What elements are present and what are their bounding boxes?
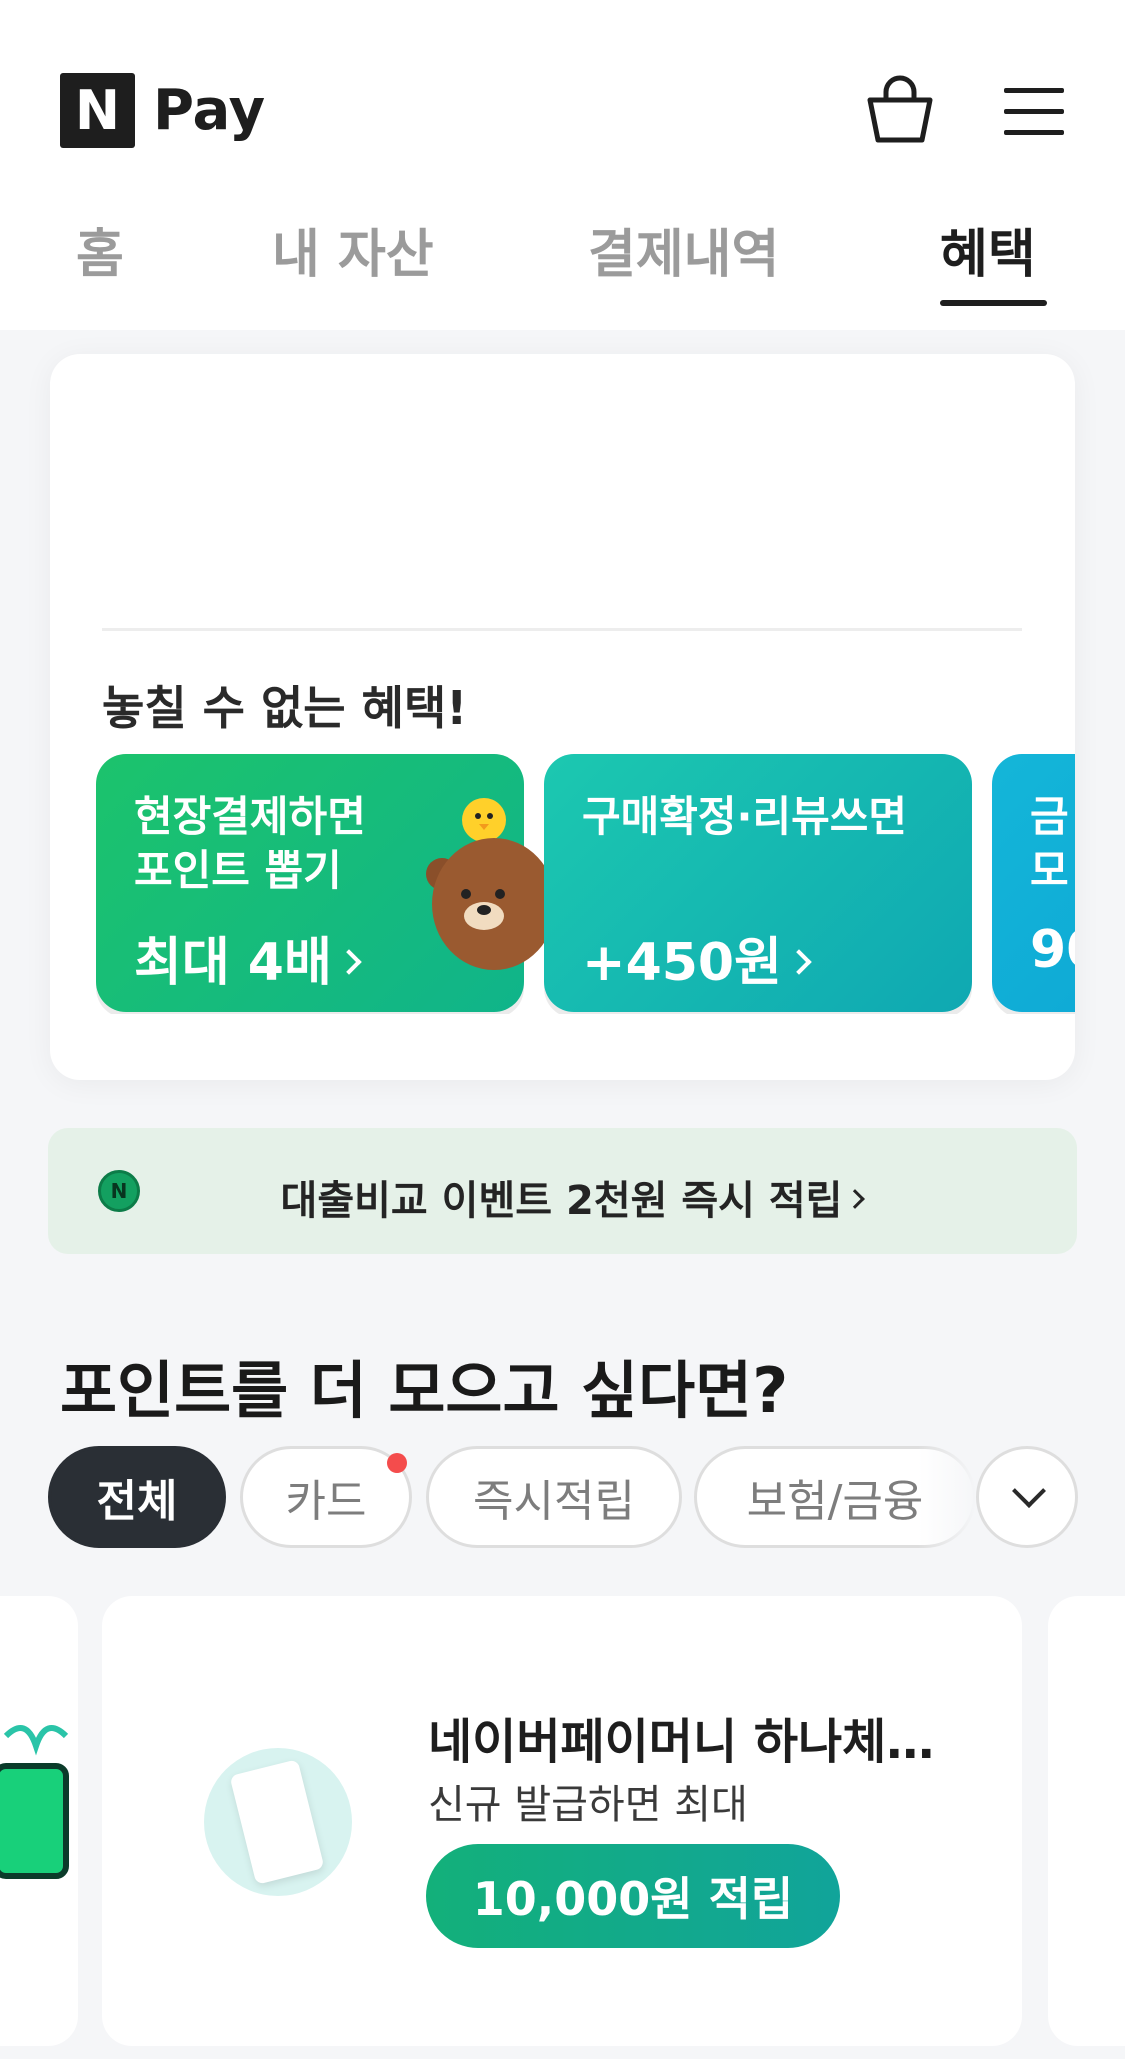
offer-card-prev[interactable] [0, 1596, 78, 2046]
loan-event-banner[interactable]: N 대출비교 이벤트 2천원 즉시 적립 [48, 1128, 1077, 1254]
logo-text: Pay [153, 78, 266, 143]
active-tab-indicator [940, 300, 1047, 306]
shopping-bag-icon[interactable] [864, 74, 936, 146]
tab-home[interactable]: 홈 [76, 212, 124, 287]
chips-fade [918, 1446, 976, 1550]
filter-chips: 전체 카드 즉시적립 보험/금융 [48, 1446, 1125, 1550]
chevron-down-icon[interactable] [976, 1446, 1078, 1548]
card-icon [204, 1748, 352, 1896]
bear-character-icon [426, 798, 554, 970]
promo-card-onsite-payment[interactable]: 현장결제하면 포인트 뽑기 최대 4배 [96, 754, 554, 1012]
benefits-card: 놓칠 수 없는 혜택! 현장결제하면 포인트 뽑기 최대 4배 구매확정·리뷰쓰… [50, 354, 1075, 1080]
points-section-title: 포인트를 더 모으고 싶다면? [60, 1354, 789, 1427]
promo-highlight: 90 [1030, 920, 1075, 980]
promo-text: 구매확정·리뷰쓰면 [582, 792, 908, 841]
earn-button[interactable]: 10,000원 적립 [426, 1844, 840, 1948]
chevron-right-icon [786, 949, 812, 975]
chip-all[interactable]: 전체 [48, 1446, 226, 1548]
promo-card-review[interactable]: 구매확정·리뷰쓰면 +450원 [544, 754, 972, 1012]
offer-card[interactable]: 네이버페이머니 하나체… 신규 발급하면 최대 10,000원 적립 [102, 1596, 1022, 2046]
chevron-right-icon [845, 1189, 866, 1209]
tab-benefits[interactable]: 혜택 [940, 212, 1036, 287]
promo-carousel[interactable]: 현장결제하면 포인트 뽑기 최대 4배 구매확정·리뷰쓰면 +450원 금 모 … [96, 754, 1075, 1014]
divider [102, 628, 1022, 631]
offer-card-next[interactable] [1048, 1596, 1125, 2046]
header-area: N Pay 홈 내 자산 결제내역 혜택 [0, 0, 1125, 330]
chip-card[interactable]: 카드 [240, 1446, 412, 1548]
banner-text: 대출비교 이벤트 2천원 즉시 적립 [48, 1168, 1077, 1226]
main-tabs: 홈 내 자산 결제내역 혜택 [0, 200, 1125, 310]
promo-highlight: 최대 4배 [134, 920, 362, 995]
chevron-right-icon [336, 949, 362, 975]
hamburger-menu-icon[interactable] [1002, 84, 1066, 140]
promo-highlight: +450원 [582, 920, 812, 995]
chip-instant-earn[interactable]: 즉시적립 [426, 1446, 682, 1548]
promo-card-partial[interactable]: 금 모 90 [992, 754, 1075, 1012]
offer-title: 네이버페이머니 하나체… [428, 1714, 935, 1770]
tab-my-assets[interactable]: 내 자산 [272, 212, 434, 287]
gift-icon [0, 1725, 69, 1879]
tab-payment-history[interactable]: 결제내역 [588, 212, 779, 287]
naver-n-logo: N [60, 73, 135, 148]
benefits-title: 놓칠 수 없는 혜택! [102, 681, 468, 735]
npay-logo[interactable]: N Pay [60, 73, 265, 148]
promo-text: 금 모 [1030, 792, 1069, 895]
new-dot-badge [387, 1453, 407, 1473]
offer-subtitle: 신규 발급하면 최대 [428, 1782, 748, 1828]
